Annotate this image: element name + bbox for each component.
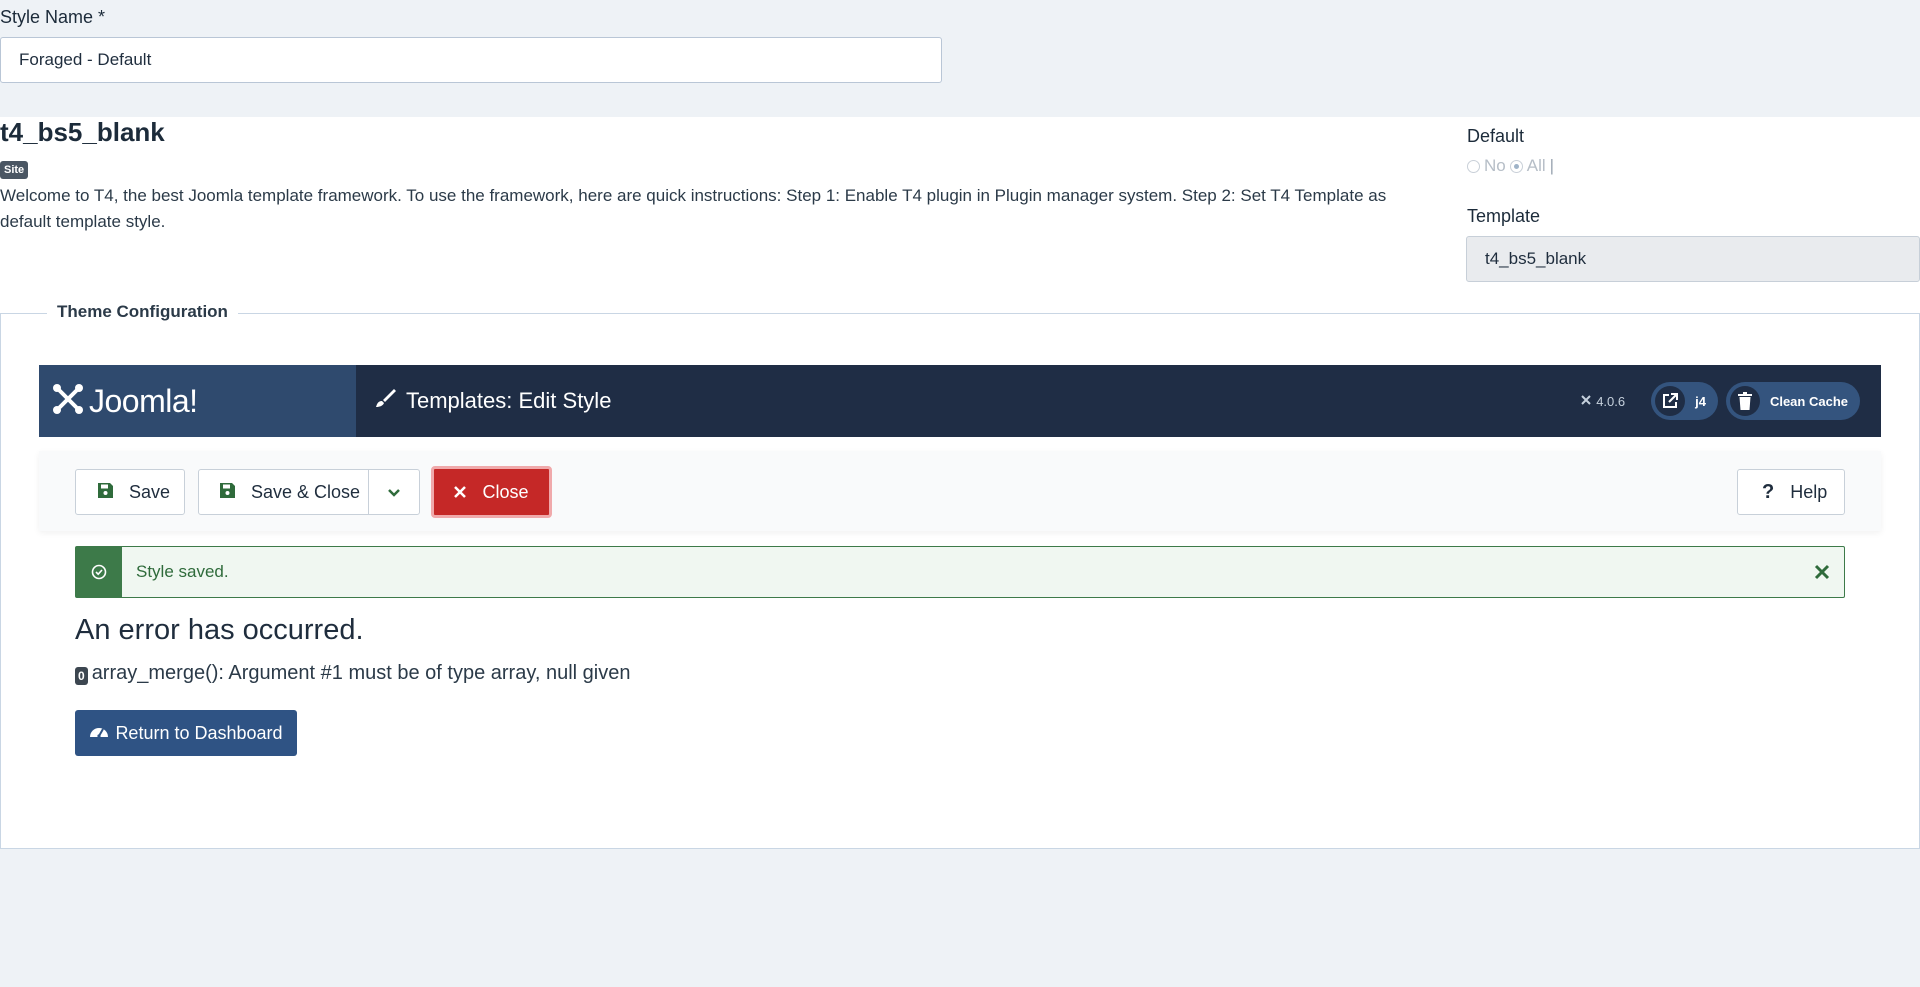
floppy-disk-icon (220, 482, 235, 503)
x-icon (454, 482, 467, 503)
style-name-label: Style Name * (0, 7, 106, 27)
save-label: Save (129, 481, 171, 502)
brush-icon (374, 387, 396, 415)
style-name-input[interactable]: Foraged - Default (0, 37, 942, 83)
save-dropdown-toggle[interactable] (369, 470, 419, 514)
joomla-small-icon (1580, 394, 1592, 409)
radio-all-label: All (1526, 156, 1546, 175)
dashboard-icon (89, 723, 109, 744)
radio-no-label: No (1484, 156, 1506, 175)
clean-cache-button[interactable]: Clean Cache (1725, 382, 1860, 420)
success-alert: Style saved. (75, 546, 1845, 598)
save-close-group: Save & Close (198, 469, 420, 515)
question-icon: ? (1762, 480, 1775, 503)
help-label: Help (1790, 481, 1828, 502)
site-badge: Site (0, 161, 29, 179)
version-info: 4.0.6 (1580, 365, 1625, 437)
default-label: Default (1467, 126, 1525, 146)
radio-all[interactable] (1509, 159, 1523, 173)
error-message-line: 0 array_merge(): Argument #1 must be of … (75, 662, 630, 685)
site-badge-wrap: Site (0, 160, 29, 179)
template-title: t4_bs5_blank (0, 117, 165, 147)
joomla-header: Joomla! Templates: Edit Style 4.0.6 j4 C… (39, 365, 1881, 437)
return-to-dashboard-button[interactable]: Return to Dashboard (75, 710, 297, 756)
version-text: 4.0.6 (1596, 393, 1626, 409)
template-input: t4_bs5_blank (1466, 236, 1920, 282)
save-close-label: Save & Close (251, 481, 361, 502)
joomla-logo-text: Joomla! (89, 382, 198, 419)
save-button[interactable]: Save (75, 469, 185, 515)
close-icon[interactable] (1814, 547, 1844, 597)
view-site-button[interactable]: j4 (1651, 382, 1718, 420)
alert-message: Style saved. (136, 562, 229, 581)
joomla-logo-icon (51, 382, 85, 421)
site-link-label: j4 (1695, 393, 1706, 409)
theme-configuration-legend: Theme Configuration (47, 302, 238, 322)
save-close-button[interactable]: Save & Close (199, 470, 369, 514)
template-description: Welcome to T4, the best Joomla template … (0, 186, 1387, 231)
page-title-text: Templates: Edit Style (406, 388, 612, 413)
trash-icon (1729, 386, 1760, 416)
radio-no[interactable] (1467, 159, 1480, 173)
error-message: array_merge(): Argument #1 must be of ty… (91, 662, 631, 684)
help-button[interactable]: ? Help (1737, 469, 1845, 515)
default-radio-group: No All | (1467, 156, 1554, 176)
text-cursor: | (1549, 156, 1555, 175)
template-label: Template (1467, 206, 1541, 226)
chevron-down-icon (387, 482, 401, 503)
page-title: Templates: Edit Style (356, 365, 611, 437)
floppy-disk-icon (98, 482, 113, 503)
return-to-dashboard-label: Return to Dashboard (115, 722, 283, 743)
error-title: An error has occurred. (75, 614, 364, 646)
external-link-icon (1655, 386, 1686, 416)
joomla-logo[interactable]: Joomla! (39, 365, 356, 437)
error-code-badge: 0 (75, 666, 88, 685)
close-label: Close (482, 481, 529, 502)
close-button[interactable]: Close (431, 466, 552, 518)
clean-cache-label: Clean Cache (1769, 393, 1848, 409)
check-circle-icon (76, 547, 122, 597)
